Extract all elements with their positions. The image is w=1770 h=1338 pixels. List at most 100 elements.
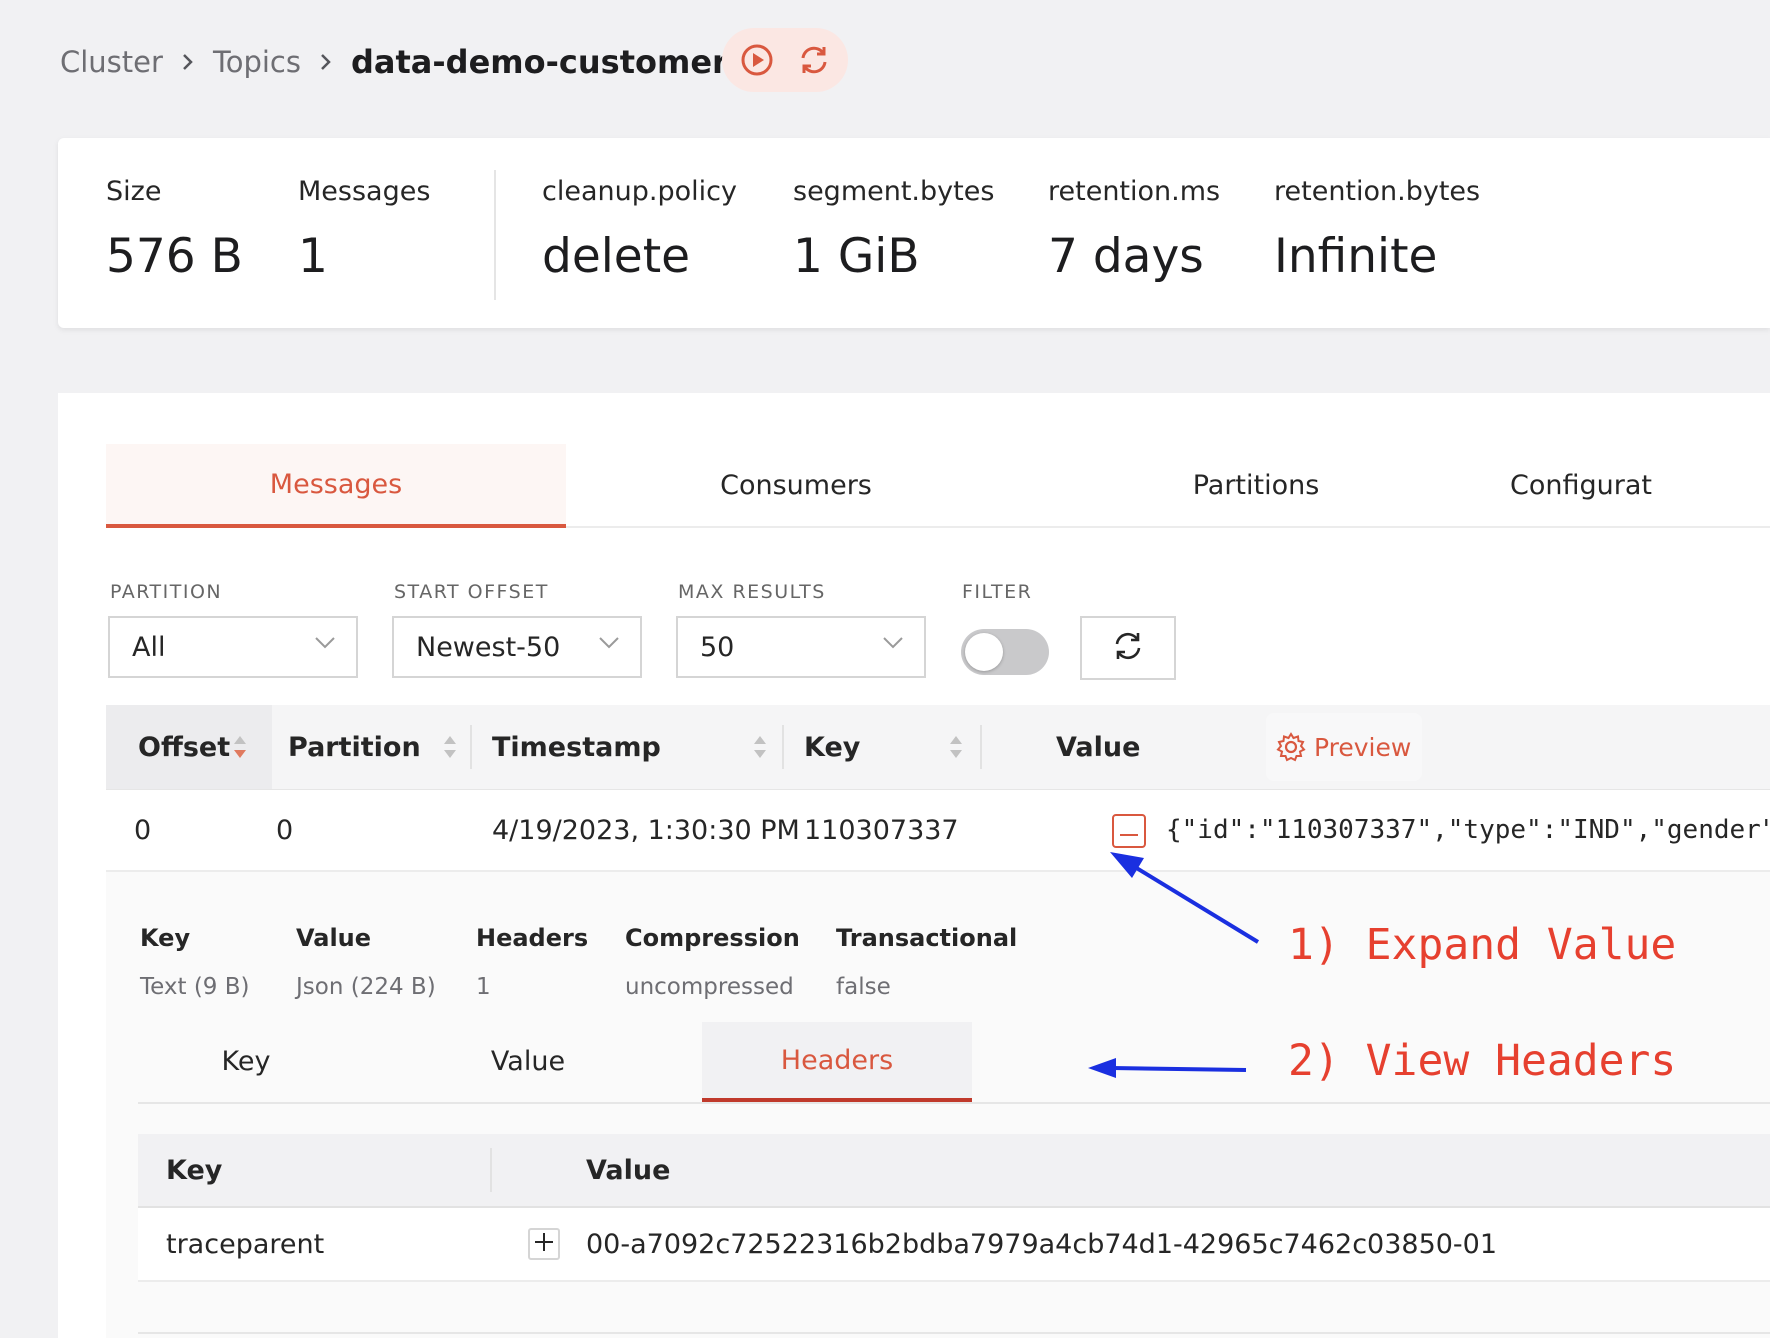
tab-partitions[interactable]: Partitions — [1026, 444, 1486, 526]
minus-icon — [1120, 822, 1138, 841]
subtab-value[interactable]: Value — [428, 1022, 628, 1100]
divider — [138, 1332, 1770, 1334]
partition-label: PARTITION — [110, 581, 223, 603]
cell-value: {"id":"110307337","type":"IND","gender":… — [1166, 815, 1770, 845]
tab-consumers[interactable]: Consumers — [566, 444, 1026, 526]
col-header-key: Key — [166, 1154, 223, 1186]
annotation-view-headers: 2) View Headers — [1288, 1036, 1677, 1086]
partition-select[interactable]: All — [108, 616, 358, 678]
filter-toggle[interactable] — [961, 629, 1049, 675]
partition-value: All — [132, 631, 166, 663]
meta-value: Json (224 B) — [296, 974, 436, 1000]
refresh-messages-button[interactable] — [1080, 616, 1176, 680]
topic-tabs: Messages Consumers Partitions Configurat — [106, 444, 1770, 528]
breadcrumb: Cluster Topics data-demo-customers — [60, 36, 747, 88]
sort-icon — [232, 733, 248, 761]
column-divider — [470, 725, 472, 769]
meta-label: Value — [296, 924, 372, 952]
subtab-headers[interactable]: Headers — [702, 1022, 972, 1102]
stat-value: 576 B — [106, 229, 243, 284]
col-value: Value — [1056, 705, 1140, 789]
stat-retention-bytes: retention.bytes Infinite — [1274, 176, 1480, 284]
column-divider — [490, 1148, 492, 1192]
chevron-down-icon — [598, 636, 620, 650]
meta-headers: Headers 1 — [476, 924, 588, 1000]
plus-icon — [535, 1233, 553, 1255]
chevron-down-icon — [882, 636, 904, 650]
column-divider — [980, 725, 982, 769]
stat-value: 1 GiB — [793, 229, 920, 284]
topic-stats-card: Size 576 B Messages 1 cleanup.policy del… — [58, 138, 1770, 328]
meta-value: false — [836, 974, 891, 1000]
meta-key: Key Text (9 B) — [140, 924, 250, 1000]
chevron-right-icon — [181, 52, 195, 72]
col-offset[interactable]: Offset — [106, 705, 272, 789]
stat-label: Size — [106, 176, 162, 207]
col-partition[interactable]: Partition — [288, 705, 421, 789]
stat-cleanup-policy: cleanup.policy delete — [542, 176, 737, 284]
headers-table-header: Key Value — [138, 1134, 1770, 1208]
refresh-icon[interactable] — [797, 43, 831, 77]
stat-label: retention.bytes — [1274, 176, 1481, 207]
start-offset-select[interactable]: Newest-50 — [392, 616, 642, 678]
col-value-label: Value — [1056, 731, 1141, 763]
stat-label: Messages — [298, 176, 431, 207]
stat-messages: Messages 1 — [298, 176, 430, 284]
meta-compression: Compression uncompressed — [625, 924, 800, 1000]
col-partition-label: Partition — [288, 731, 421, 763]
cell-timestamp: 4/19/2023, 1:30:30 PM — [492, 814, 800, 846]
cell-offset: 0 — [134, 814, 152, 846]
meta-value: 1 — [476, 974, 491, 1000]
sort-icon — [752, 733, 768, 761]
stat-label: cleanup.policy — [542, 176, 737, 207]
header-key: traceparent — [166, 1228, 325, 1260]
max-results-select[interactable]: 50 — [676, 616, 926, 678]
col-timestamp-label: Timestamp — [492, 731, 661, 763]
annotation-expand-value: 1) Expand Value — [1288, 920, 1677, 970]
tab-configuration[interactable]: Configurat — [1486, 444, 1770, 526]
col-header-value: Value — [586, 1154, 671, 1186]
header-row: traceparent 00-a7092c72522316b2bdba7979a… — [138, 1208, 1770, 1282]
topic-actions — [722, 28, 848, 92]
meta-value: Text (9 B) — [140, 974, 250, 1000]
play-icon[interactable] — [740, 43, 774, 77]
collapse-value-button[interactable] — [1112, 814, 1146, 848]
topic-main-card: Messages Consumers Partitions Configurat… — [58, 393, 1770, 1338]
cell-key: 110307337 — [804, 814, 959, 846]
stat-size: Size 576 B — [106, 176, 243, 284]
header-value: 00-a7092c72522316b2bdba7979a4cb74d1-4296… — [586, 1228, 1498, 1260]
meta-value: uncompressed — [625, 974, 794, 1000]
preview-button[interactable]: Preview — [1266, 713, 1422, 781]
col-timestamp[interactable]: Timestamp — [492, 705, 661, 789]
breadcrumb-topics[interactable]: Topics — [213, 45, 301, 79]
subtab-key[interactable]: Key — [138, 1022, 354, 1100]
gear-icon — [1276, 732, 1306, 762]
tab-messages[interactable]: Messages — [106, 444, 566, 528]
breadcrumb-cluster[interactable]: Cluster — [60, 45, 163, 79]
sort-icon — [442, 733, 458, 761]
max-results-label: MAX RESULTS — [678, 581, 826, 603]
meta-transactional: Transactional false — [836, 924, 1017, 1000]
expand-header-button[interactable] — [528, 1228, 560, 1260]
message-row[interactable]: 0 0 4/19/2023, 1:30:30 PM 110307337 {"id… — [106, 790, 1770, 872]
meta-label: Compression — [625, 924, 800, 952]
stat-value: 7 days — [1048, 229, 1204, 284]
cell-partition: 0 — [276, 814, 294, 846]
toggle-knob — [965, 633, 1003, 671]
col-key[interactable]: Key — [804, 705, 860, 789]
stat-value: 1 — [298, 229, 328, 284]
stat-value: Infinite — [1274, 229, 1438, 284]
col-offset-label: Offset — [138, 731, 231, 763]
stat-label: retention.ms — [1048, 176, 1221, 207]
chevron-down-icon — [314, 636, 336, 650]
stat-label: segment.bytes — [793, 176, 995, 207]
start-offset-value: Newest-50 — [416, 631, 561, 663]
preview-label: Preview — [1314, 732, 1412, 762]
messages-table-header: Offset Partition Timestamp Key Value Pre… — [106, 705, 1770, 791]
page-title: data-demo-customers — [351, 43, 747, 81]
stat-retention-ms: retention.ms 7 days — [1048, 176, 1220, 284]
start-offset-label: START OFFSET — [394, 581, 549, 603]
refresh-icon — [1112, 630, 1144, 666]
filter-label: FILTER — [962, 581, 1033, 603]
chevron-right-icon — [319, 52, 333, 72]
